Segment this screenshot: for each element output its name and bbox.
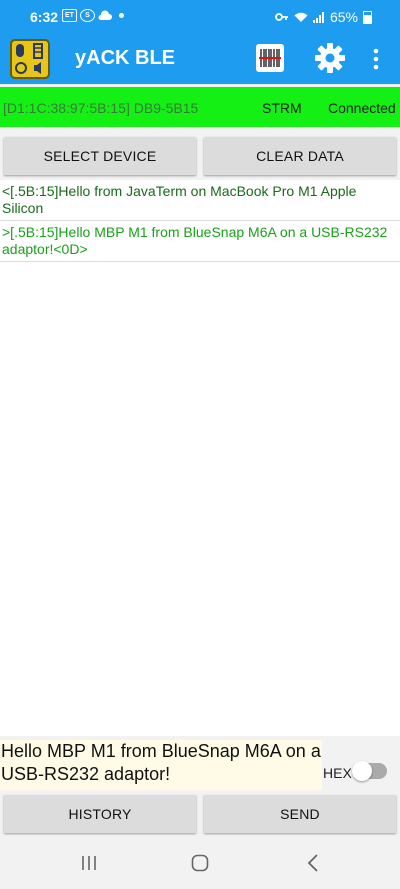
clear-data-button[interactable]: CLEAR DATA — [204, 137, 396, 175]
connection-status-bar[interactable]: [D1:1C:38:97:5B:15] DB9-5B15 STRM Connec… — [0, 87, 400, 127]
et-notification-icon: ET — [62, 9, 77, 22]
app-title: yACK BLE — [75, 47, 176, 69]
app-bar: yACK BLE — [0, 34, 400, 84]
hex-toggle-switch[interactable] — [352, 761, 387, 781]
signal-icon — [312, 11, 324, 23]
battery-percent: 65% — [329, 9, 358, 25]
vpn-key-icon — [275, 13, 288, 21]
select-device-button[interactable]: SELECT DEVICE — [4, 137, 196, 175]
system-status: 65% — [275, 9, 372, 25]
stream-mode-label: STRM — [262, 100, 302, 116]
system-navigation-bar — [0, 838, 400, 889]
log-line-sent: >[.5B:15]Hello MBP M1 from BlueSnap M6A … — [0, 221, 400, 262]
notification-icons: ET S — [62, 9, 124, 22]
log-line-received: <[.5B:15]Hello from JavaTerm on MacBook … — [0, 180, 400, 221]
barcode-scanner-icon[interactable] — [256, 44, 284, 72]
device-address: [D1:1C:38:97:5B:15] DB9-5B15 — [3, 100, 199, 116]
data-log[interactable]: <[.5B:15]Hello from JavaTerm on MacBook … — [0, 180, 400, 736]
status-bar: 6:32 ET S 65% — [0, 0, 400, 34]
recent-apps-icon[interactable] — [80, 854, 98, 872]
send-button[interactable]: SEND — [204, 795, 396, 833]
more-notifications-dot — [119, 13, 124, 18]
cloud-notification-icon — [98, 10, 112, 20]
hex-toggle-knob — [352, 761, 372, 781]
history-button[interactable]: HISTORY — [4, 795, 196, 833]
clock: 6:32 — [30, 9, 59, 25]
message-input[interactable]: Hello MBP M1 from BlueSnap M6A on a USB-… — [0, 740, 322, 790]
hex-label: HEX — [323, 765, 352, 781]
app-logo-icon — [10, 39, 50, 79]
connection-state: Connected — [328, 100, 396, 116]
overflow-menu-icon[interactable] — [366, 44, 386, 74]
s-notification-icon: S — [80, 9, 95, 22]
wifi-icon — [294, 12, 308, 22]
battery-icon — [363, 10, 372, 24]
settings-gear-icon[interactable] — [314, 42, 346, 74]
back-icon[interactable] — [306, 854, 320, 872]
home-icon[interactable] — [191, 854, 209, 872]
